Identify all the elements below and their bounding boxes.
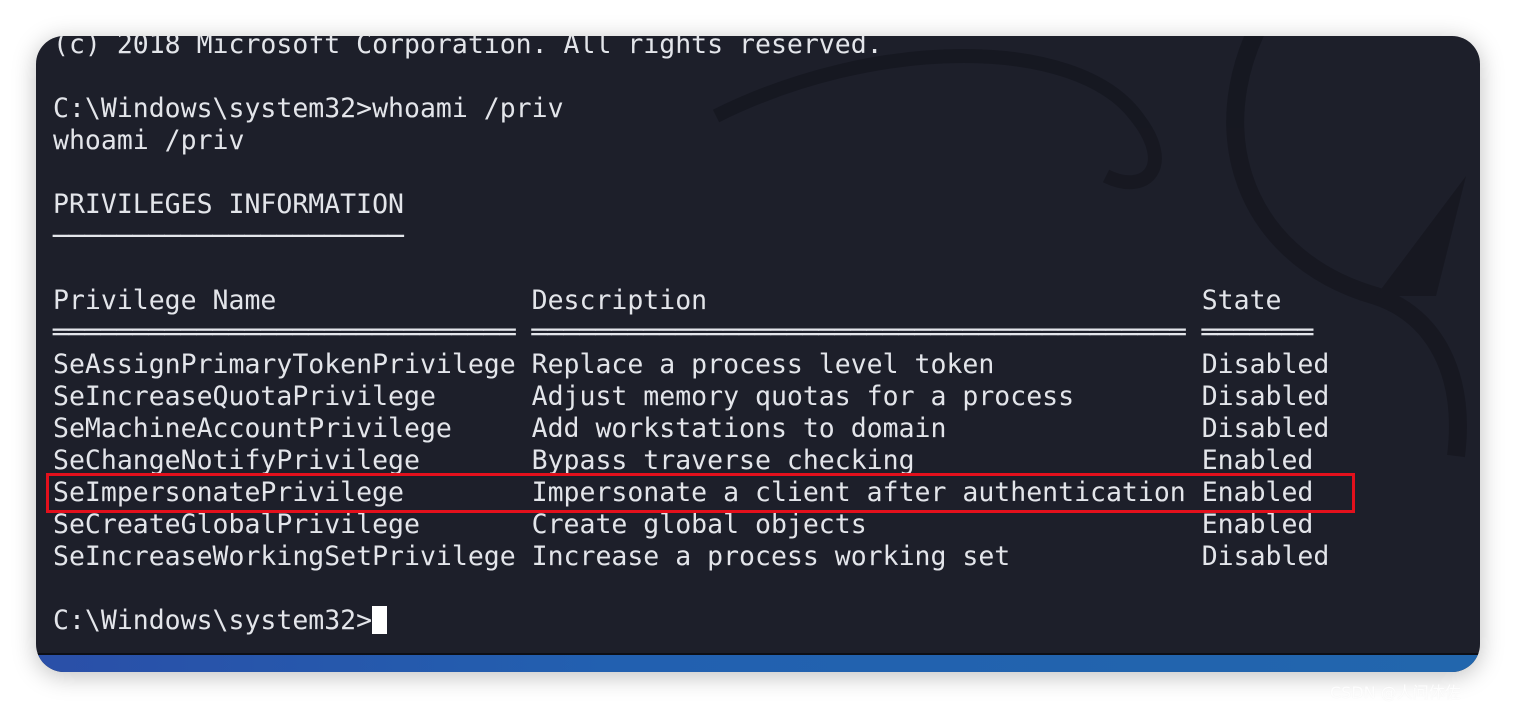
table-row: SeAssignPrimaryTokenPrivilege Replace a p… bbox=[53, 349, 1329, 381]
privilege-description: Increase a process working set bbox=[531, 541, 1011, 572]
privilege-state: Disabled bbox=[1201, 413, 1330, 444]
highlight-box bbox=[46, 473, 1355, 513]
privilege-state: Disabled bbox=[1201, 381, 1330, 412]
privilege-state: Enabled bbox=[1201, 509, 1314, 540]
header-rule: ═════════════════════════════ ═══════════… bbox=[53, 317, 1329, 349]
privilege-description: Add workstations to domain bbox=[531, 413, 947, 444]
taskbar bbox=[36, 653, 1480, 672]
privilege-name: SeIncreaseWorkingSetPrivilege bbox=[53, 541, 516, 572]
header-description: Description bbox=[531, 285, 708, 316]
table-row: SeCreateGlobalPrivilege Create global obj… bbox=[53, 509, 1329, 541]
table-row: SeMachineAccountPrivilege Add workstation… bbox=[53, 413, 1329, 445]
header-state: State bbox=[1201, 285, 1282, 316]
privilege-state: Disabled bbox=[1201, 349, 1330, 380]
text-cursor bbox=[372, 606, 388, 634]
watermark: CSDN @人间体佐 bbox=[1330, 683, 1461, 702]
rule-name: ═════════════════════════════ bbox=[53, 317, 516, 348]
privilege-name: SeCreateGlobalPrivilege bbox=[53, 509, 420, 540]
table-header: Privilege Name Description State bbox=[53, 285, 1329, 317]
section-title: PRIVILEGES INFORMATION bbox=[53, 189, 404, 220]
command-line: C:\Windows\system32>whoami /priv bbox=[53, 93, 564, 124]
header-name: Privilege Name bbox=[53, 285, 277, 316]
privilege-description: Create global objects bbox=[531, 509, 867, 540]
prompt: C:\Windows\system32> bbox=[53, 605, 373, 636]
section-rule: ────────────────────── bbox=[53, 221, 404, 252]
prompt-line[interactable]: C:\Windows\system32> bbox=[53, 605, 1329, 637]
table-row: SeIncreaseWorkingSetPrivilege Increase a … bbox=[53, 541, 1329, 573]
rule-description: ════════════════════════════════════════… bbox=[531, 317, 1186, 348]
privilege-name: SeMachineAccountPrivilege bbox=[53, 413, 452, 444]
privilege-state: Disabled bbox=[1201, 541, 1330, 572]
privilege-description: Adjust memory quotas for a process bbox=[531, 381, 1075, 412]
privilege-description: Replace a process level token bbox=[531, 349, 995, 380]
command-echo: whoami /priv bbox=[53, 125, 245, 156]
privilege-name: SeAssignPrimaryTokenPrivilege bbox=[53, 349, 516, 380]
terminal-window[interactable]: (c) 2018 Microsoft Corporation. All righ… bbox=[36, 36, 1480, 672]
privilege-name: SeIncreaseQuotaPrivilege bbox=[53, 381, 436, 412]
rule-state: ═══════ bbox=[1201, 317, 1314, 348]
copyright-line: (c) 2018 Microsoft Corporation. All righ… bbox=[53, 36, 883, 60]
terminal-output[interactable]: (c) 2018 Microsoft Corporation. All righ… bbox=[53, 36, 1329, 637]
table-row: SeIncreaseQuotaPrivilege Adjust memory qu… bbox=[53, 381, 1329, 413]
